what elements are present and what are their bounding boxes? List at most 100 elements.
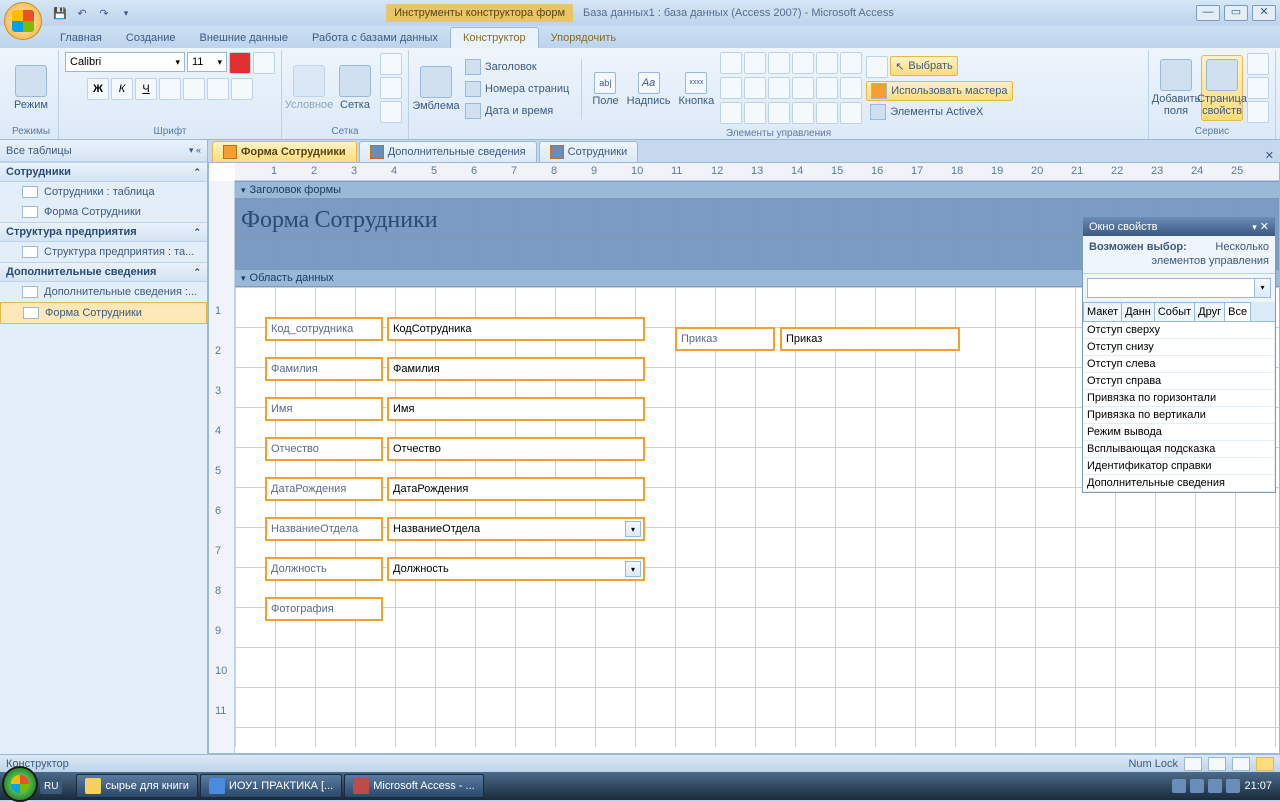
property-tab[interactable]: Событ xyxy=(1154,302,1195,321)
field-label[interactable]: Отчество xyxy=(265,437,383,461)
field-label[interactable]: Должность xyxy=(265,557,383,581)
fill-color-button[interactable] xyxy=(253,52,275,74)
font-color-button[interactable] xyxy=(229,52,251,74)
property-tab[interactable]: Макет xyxy=(1083,302,1122,321)
control-icon[interactable] xyxy=(744,52,766,74)
qat-save-icon[interactable]: 💾 xyxy=(50,3,70,23)
field-control-prikaz[interactable]: Приказ xyxy=(780,327,960,351)
control-icon[interactable] xyxy=(816,77,838,99)
tray-icon[interactable] xyxy=(1226,779,1240,793)
field-label[interactable]: НазваниеОтдела xyxy=(265,517,383,541)
nav-group-header[interactable]: Дополнительные сведения⌃ xyxy=(0,262,207,282)
ribbon-tab-dbtools[interactable]: Работа с базами данных xyxy=(300,28,450,48)
tool-icon[interactable] xyxy=(1247,101,1269,123)
textbox-control-button[interactable]: ab|Поле xyxy=(590,70,620,109)
field-label-prikaz[interactable]: Приказ xyxy=(675,327,775,351)
field-control[interactable]: ДатаРождения xyxy=(387,477,645,501)
property-row[interactable]: Привязка по горизонтали xyxy=(1083,390,1275,407)
grid-style3-button[interactable] xyxy=(380,101,402,123)
field-control[interactable]: КодСотрудника xyxy=(387,317,645,341)
control-icon[interactable] xyxy=(744,77,766,99)
control-icon[interactable] xyxy=(720,52,742,74)
field-label[interactable]: Имя xyxy=(265,397,383,421)
qat-undo-icon[interactable]: ↶ xyxy=(72,3,92,23)
start-button[interactable] xyxy=(2,766,38,802)
nav-group-header[interactable]: Структура предприятия⌃ xyxy=(0,222,207,242)
view-mode-button[interactable]: Режим xyxy=(10,55,52,121)
control-icon[interactable] xyxy=(840,102,862,124)
form-title-label[interactable]: Форма Сотрудники xyxy=(241,205,438,234)
close-button[interactable]: ✕ xyxy=(1252,5,1276,21)
control-icon[interactable] xyxy=(840,77,862,99)
emblem-button[interactable]: Эмблема xyxy=(415,56,457,122)
nav-item[interactable]: Сотрудники : таблица xyxy=(0,182,207,202)
control-icon[interactable] xyxy=(720,102,742,124)
property-row[interactable]: Всплывающая подсказка xyxy=(1083,441,1275,458)
ribbon-tab-home[interactable]: Главная xyxy=(48,28,114,48)
property-tab[interactable]: Друг xyxy=(1194,302,1225,321)
close-document-icon[interactable]: ✕ xyxy=(1259,149,1280,162)
format-painter-button[interactable] xyxy=(231,78,253,100)
taskbar-item[interactable]: сырье для книги xyxy=(76,774,197,798)
control-icon[interactable] xyxy=(792,102,814,124)
view-datasheet-button[interactable] xyxy=(1208,757,1226,771)
property-row[interactable]: Отступ сверху xyxy=(1083,322,1275,339)
property-sheet-button[interactable]: Страница свойств xyxy=(1201,55,1243,121)
minimize-button[interactable]: — xyxy=(1196,5,1220,21)
form-header-section-bar[interactable]: Заголовок формы xyxy=(235,181,1279,199)
control-icon[interactable] xyxy=(792,52,814,74)
tray-icon[interactable] xyxy=(1208,779,1222,793)
taskbar-item[interactable]: ИОУ1 ПРАКТИКА [... xyxy=(200,774,342,798)
italic-button[interactable]: К xyxy=(111,78,133,100)
property-sheet-title[interactable]: Окно свойств ▾ ✕ xyxy=(1083,217,1275,236)
field-label[interactable]: Фотография xyxy=(265,597,383,621)
property-object-combo[interactable]: ▾ xyxy=(1087,278,1271,298)
field-control[interactable]: Должность▾ xyxy=(387,557,645,581)
field-control[interactable]: Фамилия xyxy=(387,357,645,381)
property-row[interactable]: Отступ снизу xyxy=(1083,339,1275,356)
property-row[interactable]: Режим вывода xyxy=(1083,424,1275,441)
property-tab[interactable]: Все xyxy=(1224,302,1251,321)
grid-style1-button[interactable] xyxy=(380,53,402,75)
doc-tab-employees[interactable]: Сотрудники xyxy=(539,141,639,162)
control-icon[interactable] xyxy=(792,77,814,99)
control-icon[interactable] xyxy=(768,77,790,99)
tool-icon[interactable] xyxy=(1247,77,1269,99)
nav-group-header[interactable]: Сотрудники⌃ xyxy=(0,162,207,182)
field-control[interactable]: Отчество xyxy=(387,437,645,461)
doc-tab-form[interactable]: Форма Сотрудники xyxy=(212,141,357,162)
control-icon[interactable] xyxy=(768,102,790,124)
font-size-combo[interactable]: 11▾ xyxy=(187,52,227,72)
combo-arrow-icon[interactable]: ▾ xyxy=(625,521,641,537)
field-control[interactable]: НазваниеОтдела▾ xyxy=(387,517,645,541)
property-tab[interactable]: Данн xyxy=(1121,302,1155,321)
restore-button[interactable]: ▭ xyxy=(1224,5,1248,21)
ribbon-tab-design[interactable]: Конструктор xyxy=(450,27,539,48)
activex-button[interactable]: Элементы ActiveX xyxy=(866,102,1012,122)
tray-icon[interactable] xyxy=(1190,779,1204,793)
control-icon[interactable] xyxy=(816,102,838,124)
field-label[interactable]: Код_сотрудника xyxy=(265,317,383,341)
button-control-button[interactable]: xxxxКнопка xyxy=(676,70,716,109)
view-design-button[interactable] xyxy=(1256,757,1274,771)
view-form-button[interactable] xyxy=(1184,757,1202,771)
prop-dropdown-icon[interactable]: ▾ xyxy=(1252,222,1257,232)
gridlines-button[interactable]: Сетка xyxy=(334,55,376,121)
control-icon[interactable] xyxy=(720,77,742,99)
nav-dropdown-icon[interactable]: ▾ « xyxy=(189,145,201,156)
view-layout-button[interactable] xyxy=(1232,757,1250,771)
align-center-button[interactable] xyxy=(183,78,205,100)
underline-button[interactable]: Ч xyxy=(135,78,157,100)
grid-style2-button[interactable] xyxy=(380,77,402,99)
combo-arrow-icon[interactable]: ▾ xyxy=(625,561,641,577)
nav-item[interactable]: Форма Сотрудники xyxy=(0,302,207,324)
ribbon-tab-external[interactable]: Внешние данные xyxy=(188,28,300,48)
qat-customize-icon[interactable]: ▾ xyxy=(116,3,136,23)
control-icon[interactable] xyxy=(840,52,862,74)
clock[interactable]: 21:07 xyxy=(1244,780,1272,792)
align-right-button[interactable] xyxy=(207,78,229,100)
property-row[interactable]: Привязка по вертикали xyxy=(1083,407,1275,424)
ribbon-tab-create[interactable]: Создание xyxy=(114,28,188,48)
language-indicator[interactable]: RU xyxy=(40,779,62,794)
property-row[interactable]: Дополнительные сведения xyxy=(1083,475,1275,492)
